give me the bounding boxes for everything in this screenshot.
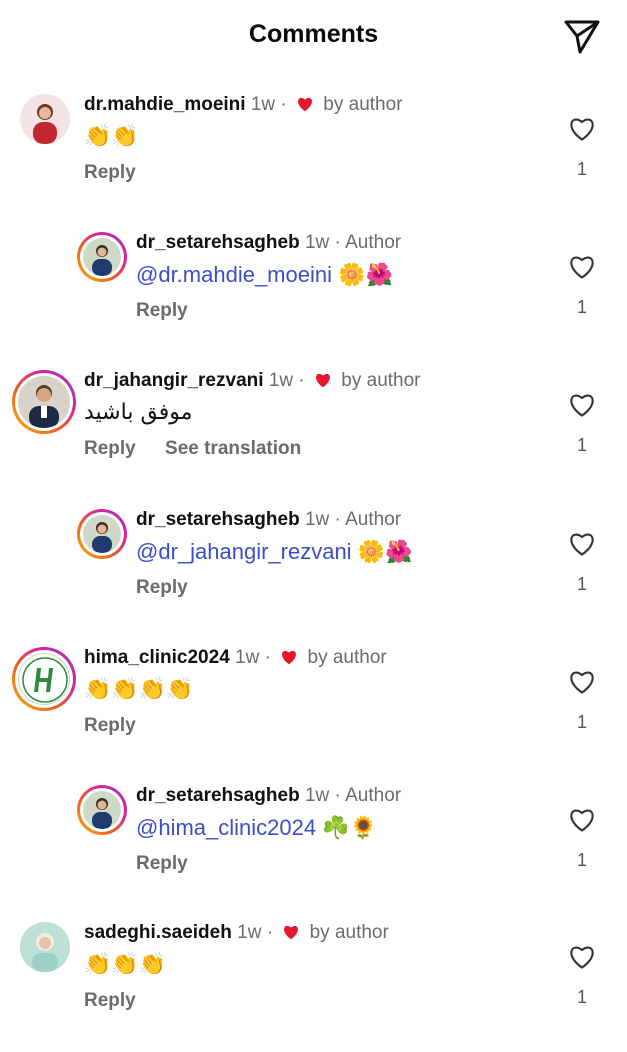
comment-text: 🌼🌺	[338, 263, 393, 288]
author-label: Author	[345, 509, 402, 530]
reply-button[interactable]: Reply	[136, 300, 188, 321]
comment-text: موفق باشید	[84, 400, 193, 425]
comment-item: dr_setarehsagheb 1w · Author @hima_clini…	[0, 785, 627, 915]
like-count: 1	[576, 574, 587, 594]
paper-plane-icon	[564, 20, 600, 54]
comment-text: 👏👏👏	[84, 952, 167, 977]
heart-outline-icon[interactable]	[568, 116, 596, 142]
reply-button[interactable]: Reply	[136, 853, 188, 874]
see-translation-button[interactable]: See translation	[165, 438, 301, 459]
author-label: Author	[345, 232, 402, 253]
heart-outline-icon[interactable]	[568, 531, 596, 557]
comment-username[interactable]: dr.mahdie_moeini	[84, 94, 246, 115]
avatar[interactable]	[20, 922, 70, 972]
comment-item: dr_setarehsagheb 1w · Author @dr_jahangi…	[0, 509, 627, 639]
comment-username[interactable]: sadeghi.saeideh	[84, 922, 232, 943]
like-count: 1	[576, 435, 587, 455]
red-heart-icon	[298, 97, 312, 112]
liked-by-author-label: by author	[307, 647, 387, 668]
comment-item: dr.mahdie_moeini 1w · by author 👏👏 Reply…	[0, 94, 627, 224]
comment-item: hima_clinic2024 1w · by author 👏👏👏👏 Repl…	[0, 647, 627, 777]
avatar[interactable]	[20, 94, 70, 144]
comments-header: Comments	[0, 0, 627, 72]
mention-link[interactable]: @hima_clinic2024	[136, 815, 316, 840]
heart-outline-icon[interactable]	[568, 669, 596, 695]
comment-text: ☘️🌻	[322, 816, 378, 841]
comment-item: dr_jahangir_rezvani 1w · by author موفق …	[0, 370, 627, 500]
comment-username[interactable]: dr_setarehsagheb	[136, 785, 300, 806]
comment-time: 1w	[268, 370, 294, 391]
avatar[interactable]	[77, 509, 127, 559]
comment-username[interactable]: dr_setarehsagheb	[136, 232, 300, 253]
liked-by-author-label: by author	[323, 94, 403, 115]
comment-text: 👏👏👏👏	[84, 677, 194, 702]
red-heart-icon	[284, 925, 299, 940]
liked-by-author-label: by author	[309, 922, 389, 943]
reply-button[interactable]: Reply	[136, 577, 188, 598]
heart-outline-icon[interactable]	[568, 254, 596, 280]
liked-by-author-label: by author	[341, 370, 421, 391]
reply-button[interactable]: Reply	[84, 162, 136, 183]
mention-link[interactable]: @dr.mahdie_moeini	[136, 262, 332, 287]
heart-outline-icon[interactable]	[568, 392, 596, 418]
comment-username[interactable]: hima_clinic2024	[84, 647, 230, 668]
comment-username[interactable]: dr_setarehsagheb	[136, 509, 300, 530]
author-label: Author	[345, 785, 402, 806]
comment-time: 1w	[304, 785, 330, 806]
reply-button[interactable]: Reply	[84, 715, 136, 736]
comment-time: 1w	[304, 232, 330, 253]
heart-outline-icon[interactable]	[568, 944, 596, 970]
avatar[interactable]	[77, 785, 127, 835]
heart-outline-icon[interactable]	[568, 807, 596, 833]
comment-time: 1w	[235, 647, 260, 668]
like-count: 1	[576, 159, 587, 179]
red-heart-icon	[282, 650, 297, 665]
red-heart-icon	[316, 373, 330, 388]
send-button[interactable]	[560, 14, 604, 58]
comment-item: sadeghi.saeideh 1w · by author 👏👏👏 Reply…	[0, 922, 627, 1052]
like-count: 1	[576, 297, 587, 317]
mention-link[interactable]: @dr_jahangir_rezvani	[136, 539, 352, 564]
comment-username[interactable]: dr_jahangir_rezvani	[84, 370, 264, 391]
reply-button[interactable]: Reply	[84, 438, 136, 459]
page-title: Comments	[248, 20, 379, 48]
comment-text: 🌼🌺	[357, 540, 413, 565]
avatar[interactable]	[77, 232, 127, 282]
comment-item: dr_setarehsagheb 1w · Author @dr.mahdie_…	[0, 232, 627, 362]
like-count: 1	[576, 987, 587, 1007]
comment-text: 👏👏	[84, 124, 139, 149]
avatar[interactable]	[12, 647, 76, 711]
comment-time: 1w	[250, 94, 276, 115]
comment-time: 1w	[304, 509, 330, 530]
reply-button[interactable]: Reply	[84, 990, 136, 1011]
comment-time: 1w	[237, 922, 262, 943]
avatar[interactable]	[12, 370, 76, 434]
like-count: 1	[576, 712, 587, 732]
like-count: 1	[576, 850, 587, 870]
